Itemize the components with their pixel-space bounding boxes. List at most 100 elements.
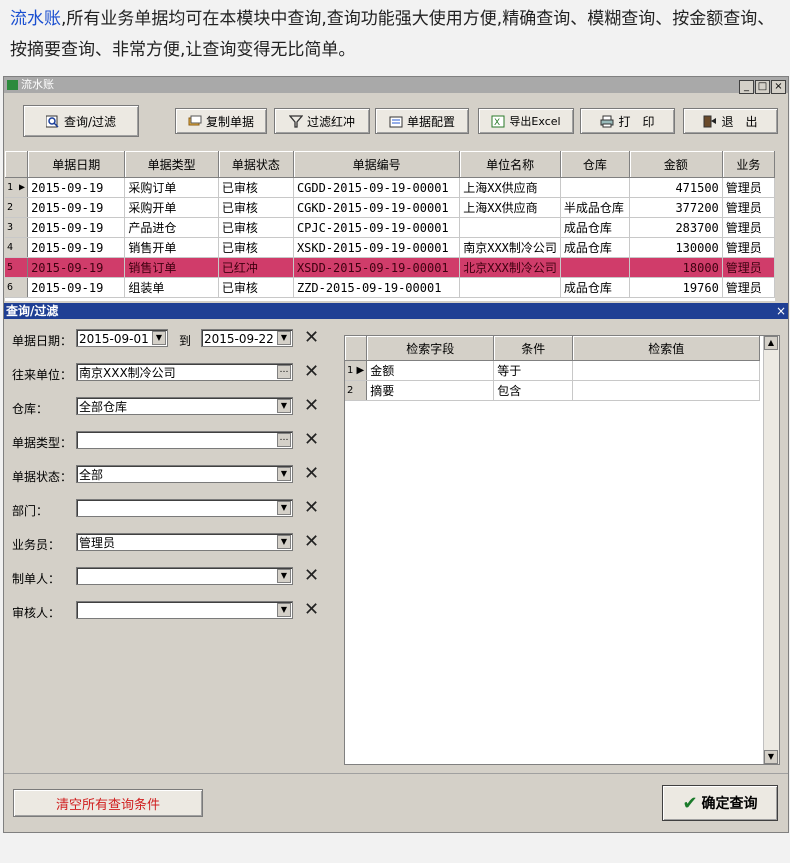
clear-auditor-icon[interactable]: ✕ (304, 599, 319, 620)
print-button[interactable]: 打 印 (580, 108, 675, 134)
filter-red-button[interactable]: 过滤红冲 (274, 108, 370, 134)
cell-no: XSDD-2015-09-19-00001 (293, 257, 461, 278)
criteria-cell-value (572, 360, 761, 381)
chevron-down-icon[interactable]: ▼ (277, 467, 291, 481)
chevron-down-icon[interactable]: ▼ (277, 331, 291, 345)
chevron-down-icon[interactable]: ▼ (277, 535, 291, 549)
intro-text: 流水账,所有业务单据均可在本模块中查询,查询功能强大使用方便,精确查询、模糊查询… (10, 4, 780, 66)
clear-maker-icon[interactable]: ✕ (304, 565, 319, 586)
dept-select[interactable]: ▼ (76, 499, 293, 517)
criteria-row[interactable]: 2 摘要 包含 (345, 380, 761, 401)
criteria-cell-cond: 等于 (493, 360, 574, 381)
ellipsis-icon[interactable]: … (277, 365, 291, 379)
cell-unit: 北京XXX制冷公司 (459, 257, 561, 278)
staff-select[interactable]: 管理员 ▼ (76, 533, 293, 551)
doctype-row: 单据类型： … ✕ (12, 429, 332, 451)
col-amount-header[interactable]: 金额 (629, 151, 723, 178)
table-row[interactable]: 6 2015-09-19 组装单 已审核 ZZD-2015-09-19-00001 成品仓… (5, 277, 775, 298)
cell-no: XSKD-2015-09-19-00001 (293, 237, 461, 258)
cell-warehouse (560, 257, 630, 278)
date-to-value: 2015-09-22 (204, 332, 274, 346)
scroll-up-icon[interactable]: ▲ (764, 336, 778, 350)
cell-staff: 管理员 (722, 277, 775, 298)
date-from-input[interactable]: 2015-09-01 ▼ (76, 329, 168, 347)
table-row[interactable]: 2 2015-09-19 采购开单 已审核 CGKD-2015-09-19-00001 上… (5, 197, 775, 218)
date-to-input[interactable]: 2015-09-22 ▼ (201, 329, 293, 347)
col-status-header[interactable]: 单据状态 (218, 151, 294, 178)
criteria-grid[interactable]: 检索字段 条件 检索值 1 ▶ 金额 等于 2 摘要 包含 ▲ ▼ (344, 335, 780, 765)
panel-close-icon[interactable]: × (776, 303, 786, 319)
dept-label: 部门： (12, 504, 49, 518)
criteria-row-indicator: 2 (345, 380, 368, 401)
criteria-cond-header[interactable]: 条件 (493, 336, 574, 361)
clear-status-icon[interactable]: ✕ (304, 463, 319, 484)
cell-warehouse: 成品仓库 (560, 237, 630, 258)
unit-label: 往来单位： (12, 368, 73, 382)
exit-button[interactable]: 退 出 (683, 108, 778, 134)
clear-warehouse-icon[interactable]: ✕ (304, 395, 319, 416)
chevron-down-icon[interactable]: ▼ (277, 501, 291, 515)
scroll-down-icon[interactable]: ▼ (764, 750, 778, 764)
clear-unit-icon[interactable]: ✕ (304, 361, 319, 382)
cell-type: 产品进仓 (124, 217, 219, 238)
col-type-header[interactable]: 单据类型 (124, 151, 219, 178)
maximize-button[interactable]: □ (755, 80, 770, 94)
criteria-row-indicator: 1 ▶ (345, 360, 368, 381)
cell-date: 2015-09-19 (27, 257, 126, 278)
maker-select[interactable]: ▼ (76, 567, 293, 585)
copy-doc-button[interactable]: 复制单据 (175, 108, 267, 134)
export-excel-button[interactable]: X 导出Excel (478, 108, 574, 134)
doc-config-label: 单据配置 (406, 114, 455, 129)
intro-highlight: 流水账 (10, 9, 61, 29)
ledger-grid[interactable]: 单据日期 单据类型 单据状态 单据编号 单位名称 仓库 金额 业务 1 ▶ 201… (5, 151, 775, 301)
row-indicator: 3 (5, 217, 29, 238)
clear-doctype-icon[interactable]: ✕ (304, 429, 319, 450)
criteria-table: 检索字段 条件 检索值 1 ▶ 金额 等于 2 摘要 包含 (345, 336, 761, 401)
criteria-field-header[interactable]: 检索字段 (366, 336, 495, 361)
confirm-query-button[interactable]: ✔ 确定查询 (662, 785, 778, 821)
col-staff-header[interactable]: 业务 (722, 151, 775, 178)
criteria-value-header[interactable]: 检索值 (572, 336, 761, 361)
status-value: 全部 (79, 468, 104, 482)
chevron-down-icon[interactable]: ▼ (277, 603, 291, 617)
minimize-button[interactable]: _ (739, 80, 754, 94)
col-date-header[interactable]: 单据日期 (27, 151, 126, 178)
clear-staff-icon[interactable]: ✕ (304, 531, 319, 552)
auditor-select[interactable]: ▼ (76, 601, 293, 619)
doc-config-button[interactable]: 单据配置 (375, 108, 469, 134)
status-label: 单据状态： (12, 470, 73, 484)
chevron-down-icon[interactable]: ▼ (277, 569, 291, 583)
col-no-header[interactable]: 单据编号 (293, 151, 461, 178)
query-filter-button[interactable]: 查询/过滤 (23, 105, 139, 137)
criteria-scrollbar[interactable]: ▲ ▼ (763, 336, 779, 764)
close-button[interactable]: × (771, 80, 786, 94)
cell-warehouse: 成品仓库 (560, 217, 630, 238)
table-row[interactable]: 1 ▶ 2015-09-19 采购订单 已审核 CGDD-2015-09-19-0000… (5, 177, 775, 198)
col-warehouse-header[interactable]: 仓库 (560, 151, 630, 178)
cell-warehouse (560, 177, 630, 198)
clear-all-button[interactable]: 清空所有查询条件 (13, 789, 203, 817)
warehouse-select[interactable]: 全部仓库 ▼ (76, 397, 293, 415)
staff-row: 业务员： 管理员 ▼ ✕ (12, 531, 332, 553)
criteria-rows: 1 ▶ 金额 等于 2 摘要 包含 (345, 360, 761, 401)
config-icon (389, 115, 403, 128)
criteria-header-row: 检索字段 条件 检索值 (345, 336, 761, 361)
status-select[interactable]: 全部 ▼ (76, 465, 293, 483)
table-row[interactable]: 3 2015-09-19 产品进仓 已审核 CPJC-2015-09-19-00001 成… (5, 217, 775, 238)
svg-text:X: X (494, 118, 500, 128)
table-row[interactable]: 4 2015-09-19 销售开单 已审核 XSKD-2015-09-19-00001 南… (5, 237, 775, 258)
criteria-row[interactable]: 1 ▶ 金额 等于 (345, 360, 761, 381)
clear-dept-icon[interactable]: ✕ (304, 497, 319, 518)
app-icon (7, 80, 18, 90)
window-titlebar: 流水账 _ □ × (4, 77, 788, 94)
col-unit-header[interactable]: 单位名称 (459, 151, 561, 178)
cell-type: 销售开单 (124, 237, 219, 258)
clear-date-icon[interactable]: ✕ (304, 327, 319, 348)
export-excel-label: 导出Excel (509, 115, 561, 128)
chevron-down-icon[interactable]: ▼ (277, 399, 291, 413)
table-row[interactable]: 5 2015-09-19 销售订单 已红冲 XSDD-2015-09-19-00001 北… (5, 257, 775, 278)
chevron-down-icon[interactable]: ▼ (152, 331, 166, 345)
ellipsis-icon[interactable]: … (277, 433, 291, 447)
doctype-input[interactable]: … (76, 431, 293, 449)
unit-input[interactable]: 南京XXX制冷公司… (76, 363, 293, 381)
